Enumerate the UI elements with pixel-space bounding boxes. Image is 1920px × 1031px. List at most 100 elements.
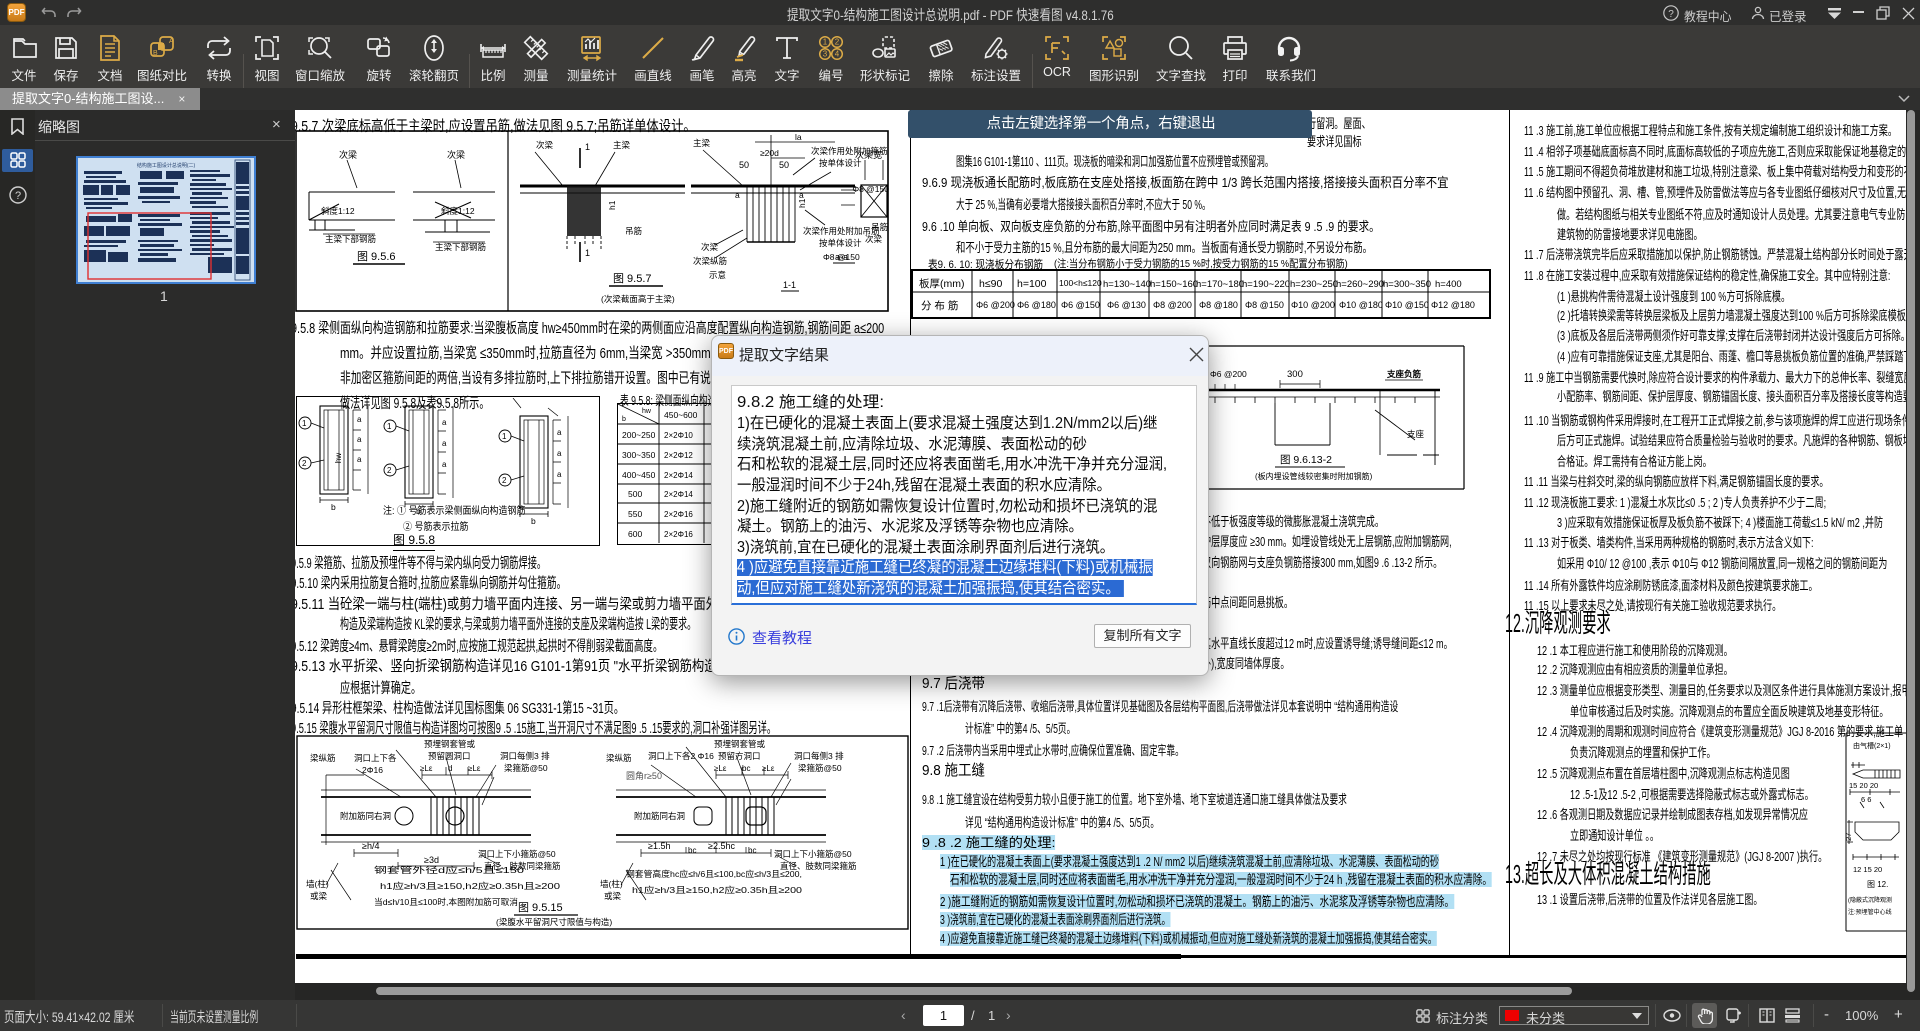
svg-text:梁箍筋@50: 梁箍筋@50 [798,763,842,773]
svg-text:洞口上下各: 洞口上下各 [354,753,397,763]
svg-text:主梁: 主梁 [693,138,711,148]
svg-text:Φ8 @150: Φ8 @150 [1245,300,1284,310]
svg-text:图 9.5.6: 图 9.5.6 [357,250,396,263]
svg-text:a: a [442,460,447,469]
svg-text:2Φ16: 2Φ16 [362,765,383,775]
svg-text:圆角r≥50: 圆角r≥50 [626,770,662,781]
svg-text:a: a [799,190,804,200]
svg-text:图 9.5.7: 图 9.5.7 [613,272,652,285]
svg-text:(隐蔽式沉降观测: (隐蔽式沉降观测 [1848,896,1892,904]
svg-text:600: 600 [628,529,642,539]
svg-text:1: 1 [387,422,392,431]
svg-text:斜度1:12: 斜度1:12 [321,206,355,216]
svg-text:50: 50 [779,160,789,170]
svg-text:a: a [357,435,362,444]
svg-text:≥3d: ≥3d [424,855,439,865]
svg-text:h=260~290: h=260~290 [1336,279,1384,290]
svg-text:500: 500 [628,489,642,499]
svg-text:h=190~220: h=190~220 [1242,279,1290,290]
svg-text:2×2Φ16: 2×2Φ16 [664,530,693,539]
svg-text:(次梁截面高于主梁): (次梁截面高于主梁) [601,294,675,304]
svg-text:b: b [331,502,336,512]
svg-text:?: ? [15,190,21,202]
svg-text:1: 1 [502,432,507,441]
svg-text:梁纵筋: 梁纵筋 [310,753,336,763]
svg-text:a: a [557,470,562,479]
svg-text:Φ12 @180: Φ12 @180 [1431,300,1475,310]
svg-text:h=130~140: h=130~140 [1103,279,1151,290]
svg-text:2: 2 [387,466,392,475]
svg-text:1: 1 [585,248,590,258]
svg-text:2: 2 [302,459,307,468]
svg-text:50: 50 [739,160,749,170]
svg-text:2×2Φ14: 2×2Φ14 [664,490,693,499]
svg-text:或梁: 或梁 [604,891,622,901]
svg-text:b: b [622,416,626,423]
svg-text:洞口上下各2 Φ16: 洞口上下各2 Φ16 [648,751,714,761]
svg-text:a: a [557,449,562,458]
svg-text:2×2Φ12: 2×2Φ12 [664,451,693,460]
svg-text:h≤90: h≤90 [979,278,1002,290]
svg-text:a: a [735,190,740,200]
svg-text:主梁: 主梁 [613,140,631,150]
svg-text:次梁: 次梁 [339,149,357,160]
svg-text:1: 1 [585,142,590,152]
svg-text:次梁: 次梁 [865,234,883,244]
svg-text:预埋钢套管或: 预埋钢套管或 [424,739,476,749]
svg-text:h1应≥h/3且≥150,h2应≥0.35h且≥200: h1应≥h/3且≥150,h2应≥0.35h且≥200 [380,881,560,891]
svg-text:a: a [442,418,447,427]
svg-text:la: la [795,132,802,142]
svg-text:Φ8 @150: Φ8 @150 [852,184,889,194]
svg-text:300~350: 300~350 [622,450,656,460]
svg-text:bc: bc [742,764,750,773]
svg-text:Φ10 @200: Φ10 @200 [1291,300,1335,310]
svg-text:图 9.5.15: 图 9.5.15 [518,901,563,914]
svg-text:由气槽(2×1): 由气槽(2×1) [1853,741,1891,750]
svg-text:次梁: 次梁 [447,149,465,160]
svg-text:梁箍筋@50: 梁箍筋@50 [504,763,548,773]
svg-text:a: a [357,455,362,464]
svg-text:Φ6 @200: Φ6 @200 [976,300,1015,310]
svg-text:板厚(mm): 板厚(mm) [919,277,965,290]
svg-text:27: 27 [1845,833,1853,841]
svg-text:2×2Φ14: 2×2Φ14 [664,471,693,480]
svg-text:(梁腹水平留洞尺寸限值与构造): (梁腹水平留洞尺寸限值与构造) [496,917,612,927]
svg-text:洞口上下小箍筋@50: 洞口上下小箍筋@50 [774,849,852,859]
svg-text:hw: hw [642,408,652,415]
svg-text:550: 550 [628,509,642,519]
svg-text:b: b [531,516,536,526]
svg-text:2: 2 [502,476,507,485]
svg-text:附加筋同右洞: 附加筋同右洞 [634,811,685,821]
svg-text:洞口上下小箍筋@50: 洞口上下小箍筋@50 [478,849,556,859]
svg-text:2×2Φ10: 2×2Φ10 [664,431,693,440]
svg-text:Φ8 @200: Φ8 @200 [1153,300,1192,310]
svg-text:1: 1 [823,38,828,47]
svg-text:B: B [153,50,158,57]
svg-text:a: a [357,415,362,424]
svg-text:结构施工图设计总说明(二): 结构施工图设计总说明(二) [137,162,196,169]
svg-text:或梁: 或梁 [310,891,328,901]
svg-text:预留圆洞口: 预留圆洞口 [428,751,471,761]
svg-text:≥Lε: ≥Lε [468,764,481,773]
svg-text:(板内埋设管线较密集时附加钢筋): (板内埋设管线较密集时附加钢筋) [1255,471,1373,481]
svg-text:按单体设计: 按单体设计 [819,238,862,248]
svg-text:示意: 示意 [709,270,726,280]
svg-text:主梁下部钢筋: 主梁下部钢筋 [325,234,376,244]
svg-text:图 12.: 图 12. [1867,880,1888,889]
svg-text:≥h/4: ≥h/4 [362,841,379,851]
svg-text:300: 300 [1287,369,1303,380]
svg-text:主梁下部钢筋: 主梁下部钢筋 [435,242,486,252]
svg-text:400~450: 400~450 [622,470,656,480]
svg-text:次梁纵筋: 次梁纵筋 [693,256,727,266]
svg-text:a-a: a-a [835,252,848,262]
svg-text:洞口每侧3 排: 洞口每侧3 排 [500,751,550,761]
svg-text:图 9.6.13-2: 图 9.6.13-2 [1280,454,1332,466]
svg-text:h=100: h=100 [1017,278,1047,290]
svg-text:次梁: 次梁 [701,242,719,252]
svg-text:次梁: 次梁 [536,140,554,150]
svg-text:斜度1:12: 斜度1:12 [441,206,475,216]
svg-text:预留方洞口: 预留方洞口 [718,751,761,761]
svg-text:≥Lε: ≥Lε [420,764,433,773]
svg-text:Φ6 @180: Φ6 @180 [1017,300,1056,310]
svg-text:h1应≥h/3且≥150,h2应≥0.35h且≥200: h1应≥h/3且≥150,h2应≥0.35h且≥200 [632,885,802,895]
